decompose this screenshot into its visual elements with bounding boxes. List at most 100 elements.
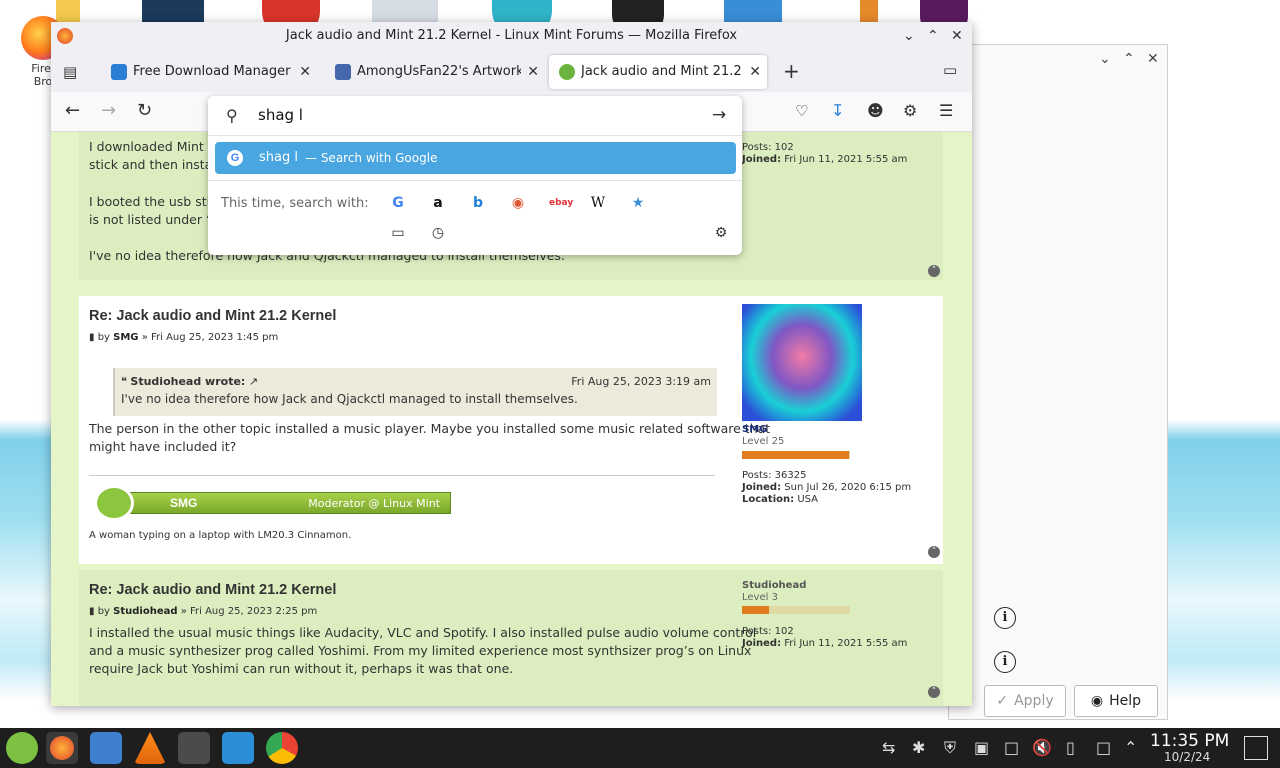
close-tab-icon[interactable]: ✕ (749, 55, 761, 89)
rank-bar (742, 606, 850, 614)
bluetooth-icon[interactable]: ✱ (912, 738, 925, 757)
account-icon[interactable]: ☻ (867, 100, 884, 122)
post-date: » Fri Aug 25, 2023 1:45 pm (141, 332, 279, 343)
vlc-icon[interactable] (134, 732, 166, 764)
info-icon[interactable]: i (994, 651, 1016, 673)
forum-post: Re: Jack audio and Mint 21.2 Kernel ▮ by… (79, 296, 943, 564)
urlbar-dropdown: ⚲ shag l → G shag l — Search with Google… (208, 96, 742, 255)
quote-author: Studiohead wrote: (130, 375, 246, 388)
info-icon[interactable]: i (994, 607, 1016, 629)
tab-amongusfan-artwork[interactable]: AmongUsFan22's Artwork - ✕ (325, 55, 545, 89)
profile-name[interactable]: SMG (742, 424, 767, 436)
quote-date: Fri Aug 25, 2023 3:19 am (571, 375, 711, 388)
minimize-icon[interactable]: ⌄ (1099, 51, 1111, 67)
url-input[interactable]: shag l (258, 106, 303, 124)
close-tab-icon[interactable]: ✕ (527, 55, 539, 89)
volume-muted-icon[interactable]: 🔇 (1032, 738, 1052, 757)
taskbar-firefox-icon[interactable] (46, 732, 78, 764)
maximize-icon[interactable]: ⌃ (1123, 51, 1135, 67)
close-tab-icon[interactable]: ✕ (299, 55, 311, 89)
avatar[interactable] (742, 304, 862, 421)
post-by: by (97, 332, 110, 343)
post-text: require Jack but Yoshimi can run without… (89, 661, 514, 676)
updates-icon[interactable]: ▣ (974, 738, 989, 757)
profile-joined: Fri Jun 11, 2021 5:55 am (784, 154, 908, 165)
linux-mint-logo-icon (94, 485, 134, 521)
post-title[interactable]: Re: Jack audio and Mint 21.2 Kernel (89, 582, 336, 598)
profile-location-label: Location: (742, 494, 795, 505)
signature-banner: SMG Moderator @ Linux Mint (94, 485, 451, 521)
post-author[interactable]: SMG (113, 332, 138, 343)
post-text: might have included it? (89, 439, 237, 454)
help-label: Help (1109, 693, 1142, 709)
signature-divider (89, 475, 715, 476)
maximize-icon[interactable]: ⌃ (927, 22, 939, 50)
clock-time[interactable]: 11:35 PM (1150, 731, 1229, 751)
help-button[interactable]: ◉ Help (1074, 685, 1158, 717)
mixer-icon[interactable] (178, 732, 210, 764)
search-suggestion[interactable]: G shag l — Search with Google (215, 142, 736, 174)
network-icon[interactable]: □ (1096, 738, 1111, 757)
clipboard-icon[interactable]: □ (1004, 738, 1019, 757)
new-tab-icon[interactable]: + (783, 59, 800, 83)
background-window: ⌄ ⌃ ✕ (948, 44, 1168, 720)
chrome-icon[interactable] (266, 732, 298, 764)
close-icon[interactable]: ✕ (951, 22, 963, 50)
back-to-top-icon[interactable]: ˄ (928, 686, 940, 698)
extensions-icon[interactable]: ⚙ (903, 100, 917, 122)
pocket-icon[interactable]: ♡ (795, 100, 808, 122)
taskbar: ⇆ ✱ ⛨ ▣ □ 🔇 ▯ □ ⌃ 11:35 PM 10/2/24 (0, 728, 1280, 768)
minimize-icon[interactable]: ⌄ (903, 22, 915, 50)
bookmarks-star-icon[interactable]: ★ (629, 194, 647, 212)
tabs-icon[interactable]: ▭ (389, 224, 407, 242)
switch-icon[interactable]: ⇆ (882, 738, 895, 757)
google-engine-icon[interactable]: G (389, 194, 407, 212)
store-icon[interactable] (222, 732, 254, 764)
signature-text: A woman typing on a laptop with LM20.3 C… (89, 530, 352, 541)
files-icon[interactable] (90, 732, 122, 764)
profile-joined: Sun Jul 26, 2020 6:15 pm (784, 482, 912, 493)
bing-engine-icon[interactable]: b (469, 194, 487, 212)
rank-bar (742, 451, 850, 459)
post-by: by (97, 606, 110, 617)
post-text: stick and then installe (89, 157, 227, 172)
post-date: » Fri Aug 25, 2023 2:25 pm (180, 606, 318, 617)
forum-post: Re: Jack audio and Mint 21.2 Kernel ▮ by… (79, 570, 943, 706)
ebay-engine-icon[interactable]: ebay (549, 194, 573, 212)
go-arrow-icon[interactable]: → (712, 105, 726, 125)
show-desktop-icon[interactable] (1244, 736, 1268, 760)
duckduckgo-engine-icon[interactable]: ◉ (509, 194, 527, 212)
amazon-engine-icon[interactable]: a (429, 194, 447, 212)
window-title: Jack audio and Mint 21.2 Kernel - Linux … (285, 28, 738, 43)
back-to-top-icon[interactable]: ˄ (928, 546, 940, 558)
quote-icon: ❝ (121, 375, 131, 388)
post-author[interactable]: Studiohead (113, 606, 177, 617)
profile-name[interactable]: Studiohead (742, 580, 806, 592)
reload-icon[interactable]: ↻ (137, 100, 152, 122)
tab-free-download-manager[interactable]: Free Download Manager for ✕ (101, 55, 317, 89)
downloads-icon[interactable]: ↧ (831, 100, 844, 122)
close-icon[interactable]: ✕ (1147, 51, 1159, 67)
mint-menu-icon[interactable] (6, 732, 38, 764)
search-with-label: This time, search with: (221, 196, 369, 211)
forward-icon[interactable]: → (101, 100, 116, 122)
back-icon[interactable]: ← (65, 100, 80, 122)
back-to-top-icon[interactable]: ˄ (928, 265, 940, 277)
post-title[interactable]: Re: Jack audio and Mint 21.2 Kernel (89, 308, 336, 324)
jump-icon[interactable]: ↗ (249, 375, 258, 388)
google-icon: G (227, 150, 243, 166)
search-settings-gear-icon[interactable]: ⚙ (712, 224, 730, 242)
suggestion-hint: — Search with Google (305, 151, 438, 165)
apply-button[interactable]: ✓ Apply (984, 685, 1066, 717)
wikipedia-engine-icon[interactable]: W (589, 194, 607, 212)
firefox-view-icon[interactable]: ▤ (63, 63, 77, 81)
tray-expand-icon[interactable]: ⌃ (1124, 738, 1137, 757)
tab-jack-audio-mint[interactable]: Jack audio and Mint 21.2 Kernel ✕ (549, 55, 767, 89)
menu-icon[interactable]: ☰ (939, 100, 953, 122)
tab-label: AmongUsFan22's Artwork - (357, 64, 521, 79)
list-all-tabs-icon[interactable]: ▭ (943, 61, 957, 79)
shield-icon[interactable]: ⛨ (944, 738, 956, 758)
battery-icon[interactable]: ▯ (1066, 738, 1075, 757)
lifebuoy-icon: ◉ (1090, 693, 1104, 709)
history-clock-icon[interactable]: ◷ (429, 224, 447, 242)
